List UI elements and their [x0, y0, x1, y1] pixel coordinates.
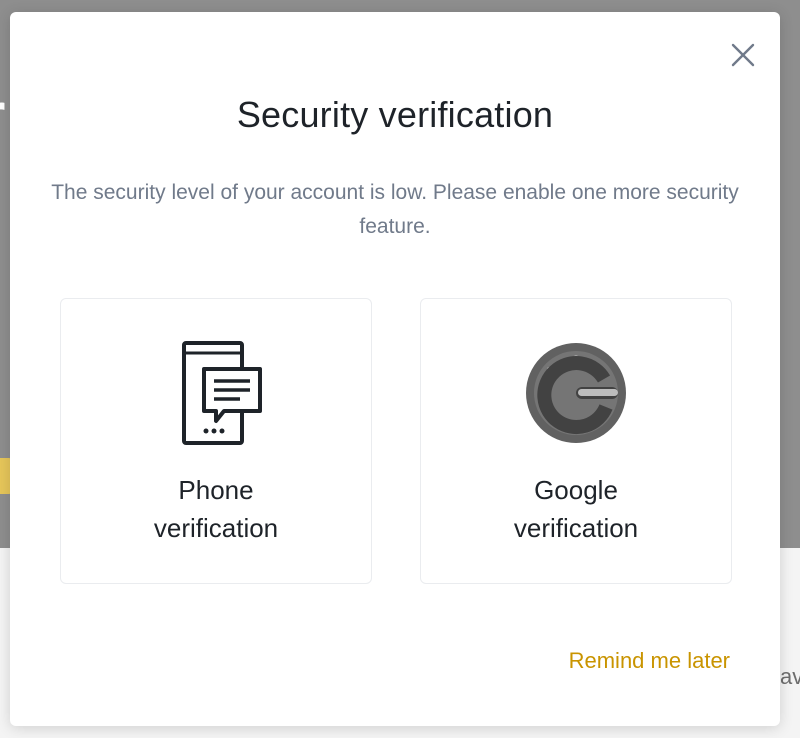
phone-message-icon [182, 341, 262, 445]
background-text-fragment: r [0, 80, 5, 149]
dialog-subtitle: The security level of your account is lo… [51, 181, 739, 238]
remind-me-later-link[interactable]: Remind me later [569, 648, 730, 674]
close-icon [731, 43, 755, 67]
phone-verification-option[interactable]: Phone verification [60, 298, 372, 584]
phone-verification-label: Phone verification [153, 475, 279, 543]
dialog-title: Security verification [236, 94, 554, 135]
background-text-fragment-right: av [780, 664, 800, 689]
google-verification-option[interactable]: Google verification [420, 298, 732, 584]
security-verification-dialog: Security verification The security level… [10, 12, 780, 726]
google-verification-label: Google verification [513, 475, 639, 543]
google-authenticator-icon [526, 343, 626, 443]
close-button[interactable] [728, 40, 758, 70]
